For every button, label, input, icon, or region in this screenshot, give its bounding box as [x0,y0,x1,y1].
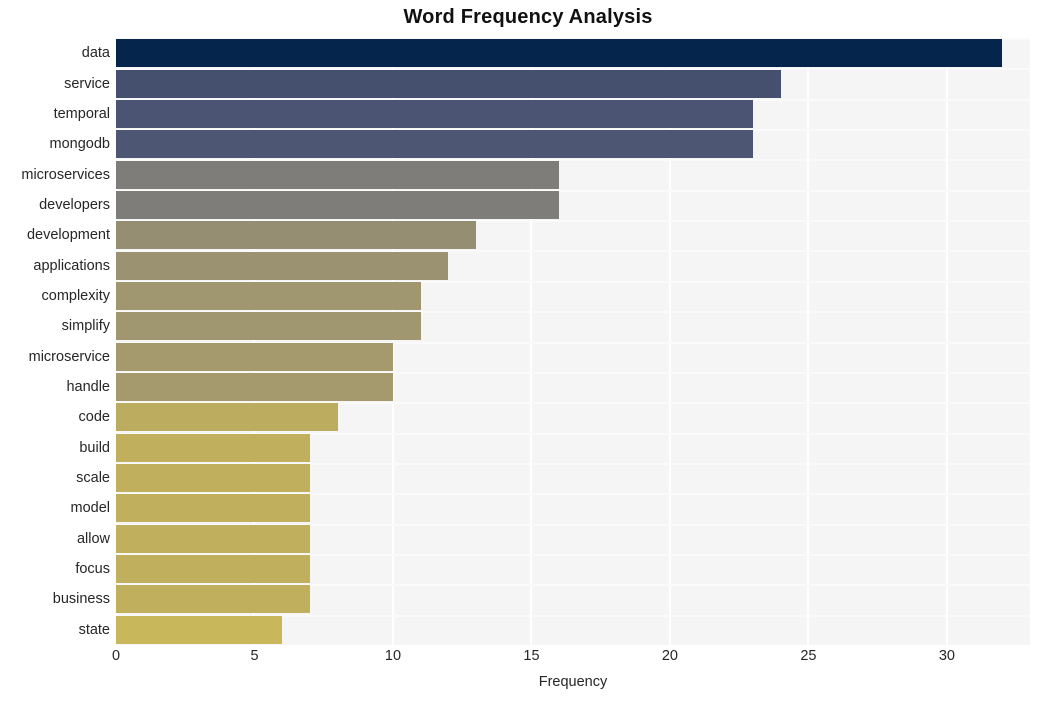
y-axis-tick-label: business [52,591,110,608]
bar [116,433,310,462]
bar-fill [116,342,393,371]
bar [116,39,1003,68]
y-axis-tick-label: microservice [28,348,110,365]
bar-fill [116,403,338,432]
bar-fill [116,69,781,98]
bar [116,69,781,98]
bar-series [116,38,1030,645]
y-axis-tick-labels: data service temporal mongodb microservices d… [0,38,110,645]
bar-fill [116,312,421,341]
bar-fill [116,281,421,310]
bar-fill [116,190,560,219]
y-axis-tick-label: temporal [53,105,110,122]
x-axis-tick-label: 20 [661,648,679,664]
y-axis-tick-label: service [64,75,110,92]
bar-fill [116,524,310,553]
y-axis-tick-label: simplify [61,318,110,335]
bar [116,281,421,310]
bar [116,494,310,523]
y-axis-tick-label: mongodb [49,136,110,153]
bar [116,585,310,614]
bar-fill [116,251,449,280]
bar-fill [116,433,310,462]
bar [116,160,560,189]
y-axis-tick-label: applications [33,257,110,274]
x-axis-tick-label: 15 [523,648,540,664]
bar [116,251,449,280]
y-axis-tick-label: handle [66,379,110,396]
y-axis-tick-label: code [78,409,110,426]
y-axis-tick-label: developers [39,196,110,213]
bar-fill [116,615,283,644]
bar-fill [116,373,393,402]
bar [116,99,754,128]
y-axis-tick-label: development [26,227,110,244]
x-axis-tick-label: 25 [800,648,817,664]
y-axis-tick-label: state [78,621,110,638]
bar-fill [116,555,310,584]
y-axis-tick-label: data [81,45,110,62]
bar [116,615,283,644]
x-axis-title: Frequency [538,674,608,690]
x-axis-tick-label: 10 [384,648,402,664]
bar-fill [116,99,754,128]
bar [116,190,560,219]
bar [116,524,310,553]
bar [116,130,754,159]
bar [116,555,310,584]
bar [116,403,338,432]
y-axis-tick-label: scale [76,470,110,487]
x-axis-tick-labels: 0 5 10 15 20 25 30 [0,648,1056,672]
bar-fill [116,585,310,614]
bar-fill [116,160,560,189]
x-axis-tick-label: 5 [250,648,259,664]
bar [116,312,421,341]
bar-fill [116,464,310,493]
y-axis-tick-label: model [70,500,111,517]
page-title: Word Frequency Analysis [403,6,653,28]
word-frequency-chart: Word Frequency Analysis data service tempo… [0,0,1056,701]
bar-fill [116,221,477,250]
y-axis-tick-label: allow [76,530,110,547]
bar-fill [116,39,1003,68]
x-axis-tick-label: 0 [111,648,121,664]
plot-area [116,38,1030,645]
y-axis-tick-label: focus [75,561,110,578]
y-axis-tick-label: complexity [41,287,111,304]
y-axis-tick-label: build [79,439,110,456]
bar-fill [116,494,310,523]
y-axis-tick-label: microservices [21,166,110,183]
bar-fill [116,130,754,159]
x-axis-tick-label: 30 [938,648,955,664]
bar [116,221,477,250]
bar [116,342,393,371]
bar [116,464,310,493]
bar [116,373,393,402]
